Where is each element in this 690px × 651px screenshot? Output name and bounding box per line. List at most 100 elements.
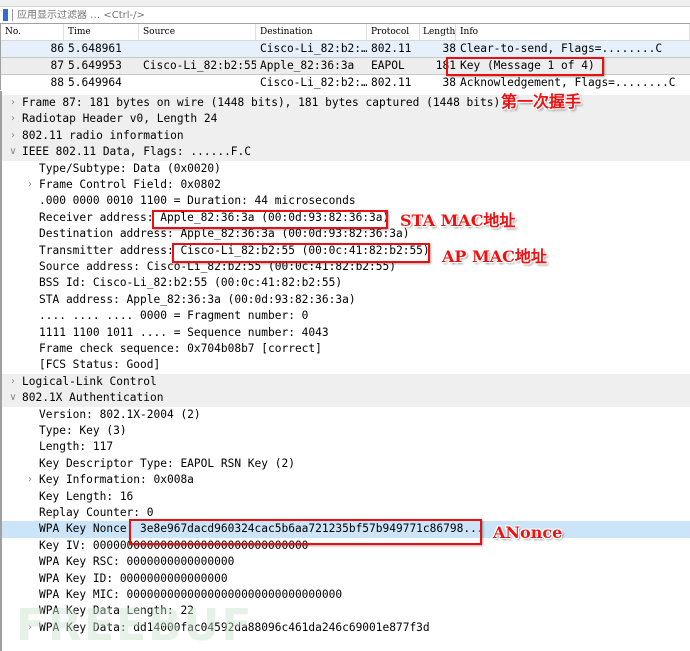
detail-line-text: Key Length: 16 <box>39 489 134 503</box>
column-header-time[interactable]: Time <box>64 24 139 40</box>
divider <box>12 9 13 21</box>
chevron-right-icon[interactable]: › <box>25 177 35 193</box>
cell-protocol: 802.11 <box>371 76 412 89</box>
cell-source <box>139 41 256 57</box>
chevron-right-icon[interactable]: › <box>8 111 18 127</box>
detail-line-text: Frame Control Field: 0x0802 <box>39 178 221 191</box>
cell-length: 38 <box>442 76 456 89</box>
detail-line[interactable]: › Logical-Link Control <box>2 373 690 391</box>
detail-line[interactable]: › Key Information: 0x008a <box>2 472 690 488</box>
chevron-right-icon[interactable]: › <box>25 472 35 488</box>
detail-line[interactable]: › Frame 87: 181 bytes on wire (1448 bits)… <box>2 95 690 112</box>
cell-destination: Apple_82:36:3a <box>260 59 355 72</box>
packet-row[interactable]: 86 5.648961 Cisco-Li_82:b2:… 802.11 38 C… <box>1 41 690 57</box>
detail-line[interactable]: Key Length: 16 <box>2 489 690 505</box>
detail-line-text: WPA Key ID: 0000000000000000 <box>39 571 228 585</box>
detail-line[interactable]: ∨ 802.1X Authentication <box>2 390 690 407</box>
cell-protocol: 802.11 <box>371 42 412 55</box>
cell-no: 88 <box>50 76 64 89</box>
detail-line[interactable]: Version: 802.1X-2004 (2) <box>2 407 690 423</box>
detail-line[interactable]: .... .... .... 0000 = Fragment number: 0 <box>2 308 690 324</box>
detail-line-text: 1111 1100 1011 .... = Sequence number: 4… <box>39 325 329 339</box>
chevron-down-icon[interactable]: ∨ <box>8 144 18 160</box>
detail-line-text: WPA Key Data: dd14000fac04592da88096c461… <box>39 620 430 634</box>
column-header-length[interactable]: Length <box>420 24 456 40</box>
display-filter-input[interactable] <box>17 9 690 21</box>
cell-protocol: EAPOL <box>371 59 405 72</box>
detail-line[interactable]: [FCS Status: Good] <box>2 357 690 373</box>
detail-line[interactable]: Type: Key (3) <box>2 423 690 439</box>
bookmark-icon[interactable] <box>3 9 8 21</box>
annotation-ap-mac: AP MAC地址 <box>442 247 547 266</box>
cell-source: Cisco-Li_82:b2:55 <box>143 59 256 72</box>
detail-line[interactable]: Length: 117 <box>2 439 690 455</box>
detail-line-text: IEEE 802.11 Data, Flags: ......F.C <box>22 145 252 159</box>
detail-line-text: Length: 117 <box>39 440 114 454</box>
detail-line-text: WPA Key Data Length: 22 <box>39 604 194 618</box>
detail-line-text: BSS Id: Cisco-Li_82:b2:55 (00:0c:41:82:b… <box>39 276 343 290</box>
detail-line[interactable]: WPA Key ID: 0000000000000000 <box>2 571 690 587</box>
cell-source <box>139 75 256 91</box>
detail-line-text: Type/Subtype: Data (0x0020) <box>39 161 221 175</box>
detail-line[interactable]: BSS Id: Cisco-Li_82:b2:55 (00:0c:41:82:b… <box>2 275 690 291</box>
detail-line[interactable]: › Frame Control Field: 0x0802 <box>2 177 690 193</box>
chevron-right-icon[interactable]: › <box>8 374 18 390</box>
annotation-handshake: 第一次握手 <box>501 92 582 111</box>
highlight-box-key-message <box>446 57 604 76</box>
column-header-destination[interactable]: Destination <box>256 24 367 40</box>
detail-line-text: STA address: Apple_82:36:3a (00:0d:93:82… <box>39 292 356 306</box>
highlight-box-sta-mac <box>152 210 388 229</box>
detail-line[interactable]: WPA Key Data Length: 22 <box>2 603 690 619</box>
detail-line-text: Type: Key (3) <box>39 424 127 437</box>
detail-line-text: Frame 87: 181 bytes on wire (1448 bits),… <box>22 96 501 109</box>
detail-line-text: Version: 802.1X-2004 (2) <box>39 407 201 421</box>
packet-details-tree: › Frame 87: 181 bytes on wire (1448 bits)… <box>0 91 690 651</box>
detail-line[interactable]: Key Descriptor Type: EAPOL RSN Key (2) <box>2 456 690 472</box>
column-header-source[interactable]: Source <box>139 24 256 40</box>
detail-line[interactable]: › WPA Key Data: dd14000fac04592da88096c46… <box>2 620 690 636</box>
column-header-info[interactable]: Info <box>456 24 690 40</box>
annotation-sta-mac: STA MAC地址 <box>400 211 516 230</box>
cell-destination: Cisco-Li_82:b2:… <box>260 76 367 89</box>
detail-line[interactable]: WPA Key MIC: 000000000000000000000000000… <box>2 587 690 603</box>
packet-row[interactable]: 88 5.649964 Cisco-Li_82:b2:… 802.11 38 A… <box>1 75 690 91</box>
detail-line[interactable]: STA address: Apple_82:36:3a (00:0d:93:82… <box>2 292 690 308</box>
display-filter-bar <box>0 7 690 24</box>
highlight-box-ap-mac <box>172 243 430 263</box>
detail-line-text: WPA Key RSC: 0000000000000000 <box>39 555 235 569</box>
detail-line-text: Key Information: 0x008a <box>39 473 194 487</box>
detail-line-text: Radiotap Header v0, Length 24 <box>22 112 218 126</box>
detail-line-text: Key Descriptor Type: EAPOL RSN Key (2) <box>39 456 295 470</box>
detail-line[interactable]: 1111 1100 1011 .... = Sequence number: 4… <box>2 325 690 341</box>
detail-line[interactable]: .000 0000 0010 1100 = Duration: 44 micro… <box>2 193 690 209</box>
column-header-no[interactable]: No. <box>1 24 64 40</box>
annotation-anonce: ANonce <box>493 523 563 542</box>
highlight-box-anonce <box>129 519 482 545</box>
detail-line-text: [FCS Status: Good] <box>39 358 161 372</box>
cell-info: Clear-to-send, Flags=........C <box>460 42 663 55</box>
detail-line[interactable]: › Radiotap Header v0, Length 24 <box>2 111 690 128</box>
chevron-right-icon[interactable]: › <box>8 128 18 144</box>
detail-line-text: .... .... .... 0000 = Fragment number: 0 <box>39 309 309 323</box>
cell-time: 5.649964 <box>68 76 122 89</box>
chevron-right-icon[interactable]: › <box>8 95 18 111</box>
cell-no: 86 <box>50 42 64 55</box>
cell-length: 38 <box>442 42 456 55</box>
detail-line[interactable]: › 802.11 radio information <box>2 127 690 145</box>
detail-line-text: 802.1X Authentication <box>22 391 164 405</box>
detail-line-text: Logical-Link Control <box>22 374 157 388</box>
toolbar-strip <box>0 0 690 7</box>
detail-line-text: .000 0000 0010 1100 = Duration: 44 micro… <box>39 194 356 208</box>
cell-no: 87 <box>50 59 64 72</box>
detail-line-text: 802.11 radio information <box>22 128 184 142</box>
cell-time: 5.648961 <box>68 42 122 55</box>
detail-line-text: Frame check sequence: 0x704b08b7 [correc… <box>39 342 322 355</box>
detail-line[interactable]: ∨ IEEE 802.11 Data, Flags: ......F.C <box>2 144 690 161</box>
column-header-protocol[interactable]: Protocol <box>367 24 420 40</box>
detail-line[interactable]: Frame check sequence: 0x704b08b7 [correc… <box>2 341 690 357</box>
detail-line[interactable]: WPA Key RSC: 0000000000000000 <box>2 554 690 570</box>
chevron-down-icon[interactable]: ∨ <box>8 390 18 406</box>
detail-line[interactable]: Type/Subtype: Data (0x0020) <box>2 161 690 177</box>
chevron-right-icon[interactable]: › <box>25 620 35 636</box>
cell-time: 5.649953 <box>68 59 122 72</box>
